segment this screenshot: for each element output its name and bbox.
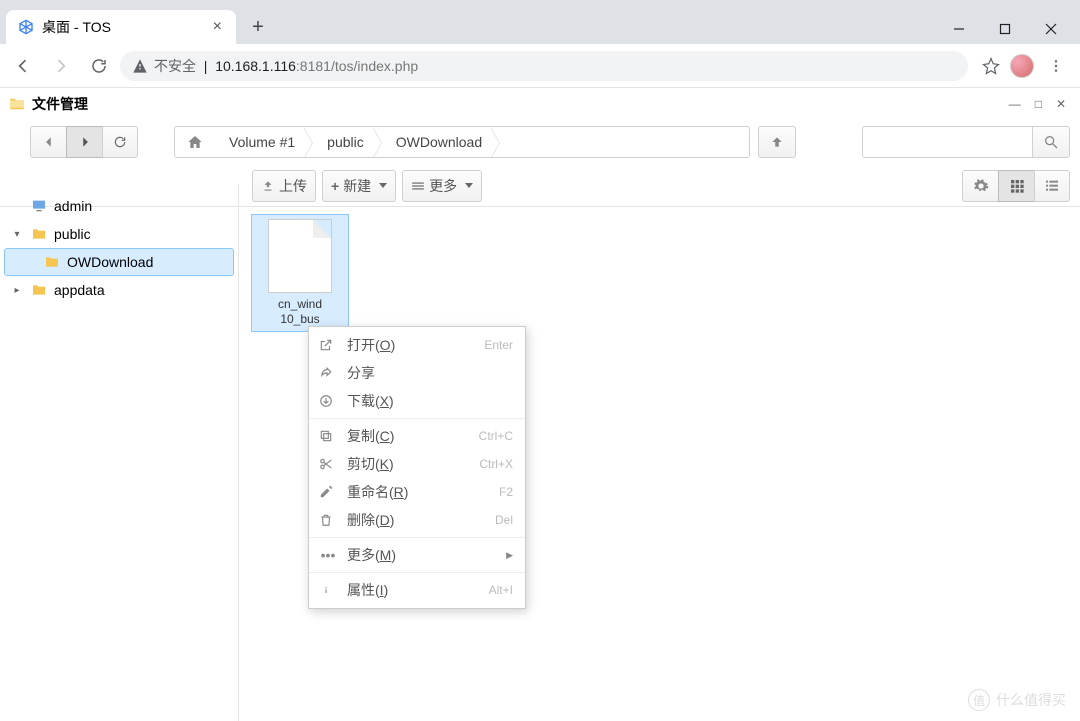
close-tab-icon[interactable]: × <box>211 18 224 36</box>
close-window-button[interactable] <box>1028 14 1074 44</box>
ctx-share[interactable]: 分享 <box>309 359 525 387</box>
app-maximize-button[interactable]: □ <box>1035 97 1042 111</box>
share-icon <box>319 366 337 380</box>
ctx-copy[interactable]: 复制(C) Ctrl+C <box>309 422 525 450</box>
ctx-cut[interactable]: 剪切(K) Ctrl+X <box>309 450 525 478</box>
computer-icon <box>30 197 48 215</box>
maximize-button[interactable] <box>982 14 1028 44</box>
folder-icon <box>30 225 48 243</box>
tree-label: OWDownload <box>67 254 153 270</box>
ctx-rename[interactable]: 重命名(R) F2 <box>309 478 525 506</box>
file-icon <box>268 219 332 293</box>
ctx-more[interactable]: ••• 更多(M) <box>309 541 525 569</box>
file-item[interactable]: cn_wind10_bus <box>251 214 349 332</box>
open-icon <box>319 338 337 352</box>
download-icon <box>319 394 337 408</box>
breadcrumb-home[interactable] <box>175 134 215 150</box>
up-folder-button[interactable] <box>758 126 796 158</box>
browser-toolbar: 不安全 | 10.168.1.116:8181/tos/index.php <box>0 44 1080 88</box>
trash-icon <box>319 513 337 527</box>
browser-reload-button[interactable] <box>82 49 116 83</box>
breadcrumb-segment[interactable]: Volume #1 <box>215 127 313 157</box>
app-minimize-button[interactable]: — <box>1009 97 1021 111</box>
browser-tabstrip: 桌面 - TOS × + <box>0 0 1080 44</box>
search-button[interactable] <box>1032 126 1070 158</box>
url-text: 不安全 | 10.168.1.116:8181/tos/index.php <box>154 56 418 76</box>
minimize-button[interactable] <box>936 14 982 44</box>
folder-icon <box>30 281 48 299</box>
profile-avatar[interactable] <box>1010 54 1034 78</box>
search-input[interactable] <box>862 126 1032 158</box>
forward-button[interactable] <box>66 126 102 158</box>
tab-title: 桌面 - TOS <box>42 17 203 37</box>
tree-item-public[interactable]: ▾ public <box>4 220 234 248</box>
ctx-delete[interactable]: 删除(D) Del <box>309 506 525 534</box>
ctx-open[interactable]: 打开(O) Enter <box>309 331 525 359</box>
browser-menu-icon[interactable] <box>1044 54 1068 78</box>
breadcrumb-segment[interactable]: OWDownload <box>382 127 500 157</box>
breadcrumb-segment[interactable]: public <box>313 127 382 157</box>
tree-label: admin <box>54 198 92 214</box>
app-close-button[interactable]: ✕ <box>1056 97 1066 111</box>
context-menu: 打开(O) Enter 分享 下载(X) 复制(C) Ctrl+C 剪切(K) … <box>308 326 526 609</box>
browser-back-button[interactable] <box>6 49 40 83</box>
ctx-download[interactable]: 下载(X) <box>309 387 525 415</box>
tree-label: public <box>54 226 91 242</box>
address-bar[interactable]: 不安全 | 10.168.1.116:8181/tos/index.php <box>120 51 968 81</box>
tree-item-appdata[interactable]: ▸ appdata <box>4 276 234 304</box>
tree-label: appdata <box>54 282 105 298</box>
folder-icon <box>8 95 26 113</box>
app-titlebar: 文件管理 — □ ✕ <box>0 88 1080 120</box>
folder-icon <box>43 253 61 271</box>
tree-item-owdownload[interactable]: OWDownload <box>4 248 234 276</box>
window-controls <box>936 14 1074 44</box>
app-title: 文件管理 <box>32 94 88 114</box>
ellipsis-icon: ••• <box>319 547 337 563</box>
chevron-down-icon: ▾ <box>10 229 24 240</box>
watermark: 值 什么值得买 <box>968 689 1066 711</box>
folder-tree: admin ▾ public OWDownload ▸ appdata <box>0 184 239 721</box>
pencil-icon <box>319 485 337 499</box>
new-tab-button[interactable]: + <box>244 13 272 41</box>
file-name: cn_wind10_bus <box>256 297 344 327</box>
back-button[interactable] <box>30 126 66 158</box>
info-icon <box>319 583 337 597</box>
browser-forward-button[interactable] <box>44 49 78 83</box>
scissors-icon <box>319 457 337 471</box>
chevron-right-icon: ▸ <box>10 285 24 296</box>
ctx-properties[interactable]: 属性(I) Alt+I <box>309 576 525 604</box>
bookmark-star-icon[interactable] <box>982 57 1000 75</box>
copy-icon <box>319 429 337 443</box>
breadcrumb: Volume #1 public OWDownload <box>174 126 750 158</box>
app-nav-toolbar: Volume #1 public OWDownload <box>0 120 1080 164</box>
file-manager-app: 文件管理 — □ ✕ Volume #1 public OWDownload <box>0 88 1080 721</box>
tree-item-admin[interactable]: admin <box>4 192 234 220</box>
cube-icon <box>18 19 34 35</box>
insecure-icon <box>132 58 148 74</box>
refresh-button[interactable] <box>102 126 138 158</box>
browser-tab[interactable]: 桌面 - TOS × <box>6 10 236 44</box>
